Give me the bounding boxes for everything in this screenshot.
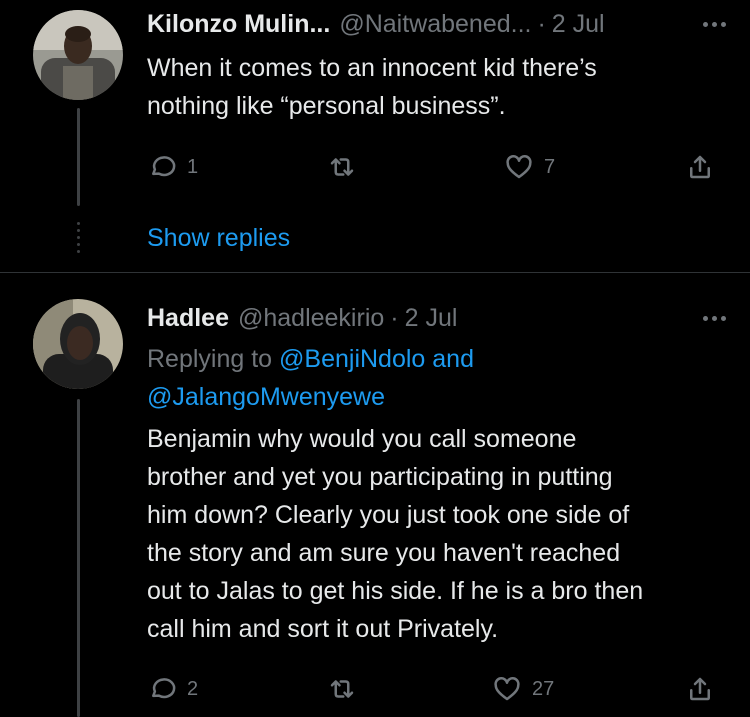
share-button[interactable] <box>685 147 715 187</box>
avatar-photo <box>33 299 123 389</box>
replying-to-line: Replying to @BenjiNdolo and <box>147 340 727 378</box>
timestamp[interactable]: 2 Jul <box>552 10 605 39</box>
tweet-text-line: nothing like “personal business”. <box>147 92 506 120</box>
reply-button[interactable]: 1 <box>147 147 198 187</box>
tweet-text-line: call him and sort it out Privately. <box>147 615 499 643</box>
show-replies-link[interactable]: Show replies <box>147 224 290 253</box>
tweet-text-line: When it comes to an innocent kid there’s <box>147 54 597 82</box>
like-button[interactable]: 27 <box>492 669 554 709</box>
tweet-kilonzo[interactable]: Kilonzo Mulin... @Naitwabened... · 2 Jul… <box>0 0 750 272</box>
tweet-text: When it comes to an innocent kid there’s… <box>147 49 727 125</box>
retweet-icon <box>330 680 354 698</box>
replying-to: Replying to @BenjiNdolo and @JalangoMwen… <box>147 340 727 416</box>
like-icon <box>506 155 532 179</box>
avatar-photo <box>33 10 123 100</box>
avatar[interactable] <box>33 299 123 389</box>
reply-icon <box>152 678 176 699</box>
like-button[interactable]: 7 <box>504 147 555 187</box>
more-icon[interactable] <box>703 300 726 336</box>
retweet-button[interactable] <box>327 669 367 709</box>
separator: · <box>537 9 546 38</box>
thread-line <box>77 399 80 717</box>
avatar[interactable] <box>33 10 123 100</box>
tweet-actions: 1 7 <box>147 147 722 187</box>
more-icon[interactable] <box>703 6 726 42</box>
tweet-text-line: brother and yet you participating in put… <box>147 463 613 491</box>
mention-link[interactable]: @JalangoMwenyewe <box>147 383 385 411</box>
retweet-button[interactable] <box>327 147 367 187</box>
mention-and[interactable]: and <box>432 345 474 373</box>
reply-icon <box>152 156 176 177</box>
mention-link[interactable]: @BenjiNdolo <box>279 345 425 373</box>
tweet-text-line: him down? Clearly you just took one side… <box>147 501 630 529</box>
share-icon <box>690 677 710 701</box>
tweet-text: Benjamin why would you call someone brot… <box>147 420 727 648</box>
reply-count: 2 <box>187 677 199 700</box>
tweet-hadlee[interactable]: Hadlee @hadleekirio · 2 Jul Replying to … <box>0 273 750 717</box>
replying-to-line: @JalangoMwenyewe <box>147 378 727 416</box>
reply-button[interactable]: 2 <box>147 669 198 709</box>
timestamp[interactable]: 2 Jul <box>405 304 458 333</box>
user-handle[interactable]: @Naitwabened... <box>339 10 531 39</box>
tweet-header: Hadlee @hadleekirio · 2 Jul <box>147 300 730 336</box>
thread-dots <box>77 222 80 257</box>
tweet-actions: 2 27 <box>147 669 722 709</box>
like-count: 27 <box>532 677 555 700</box>
tweet-text-line: out to Jalas to get his side. If he is a… <box>147 577 644 605</box>
share-icon <box>690 155 710 179</box>
replying-prefix: Replying to <box>147 345 273 373</box>
tweet-text-line: Benjamin why would you call someone <box>147 425 577 453</box>
like-icon <box>494 677 520 701</box>
user-handle[interactable]: @hadleekirio <box>238 304 384 333</box>
tweet-text-line: the story and am sure you haven't reache… <box>147 539 621 567</box>
display-name[interactable]: Hadlee <box>147 304 229 333</box>
separator: · <box>390 303 399 332</box>
display-name[interactable]: Kilonzo Mulin... <box>147 10 330 39</box>
tweet-header: Kilonzo Mulin... @Naitwabened... · 2 Jul <box>147 6 730 42</box>
reply-count: 1 <box>187 155 199 178</box>
share-button[interactable] <box>685 669 715 709</box>
retweet-icon <box>330 158 354 176</box>
like-count: 7 <box>544 155 556 178</box>
thread-line <box>77 108 80 206</box>
